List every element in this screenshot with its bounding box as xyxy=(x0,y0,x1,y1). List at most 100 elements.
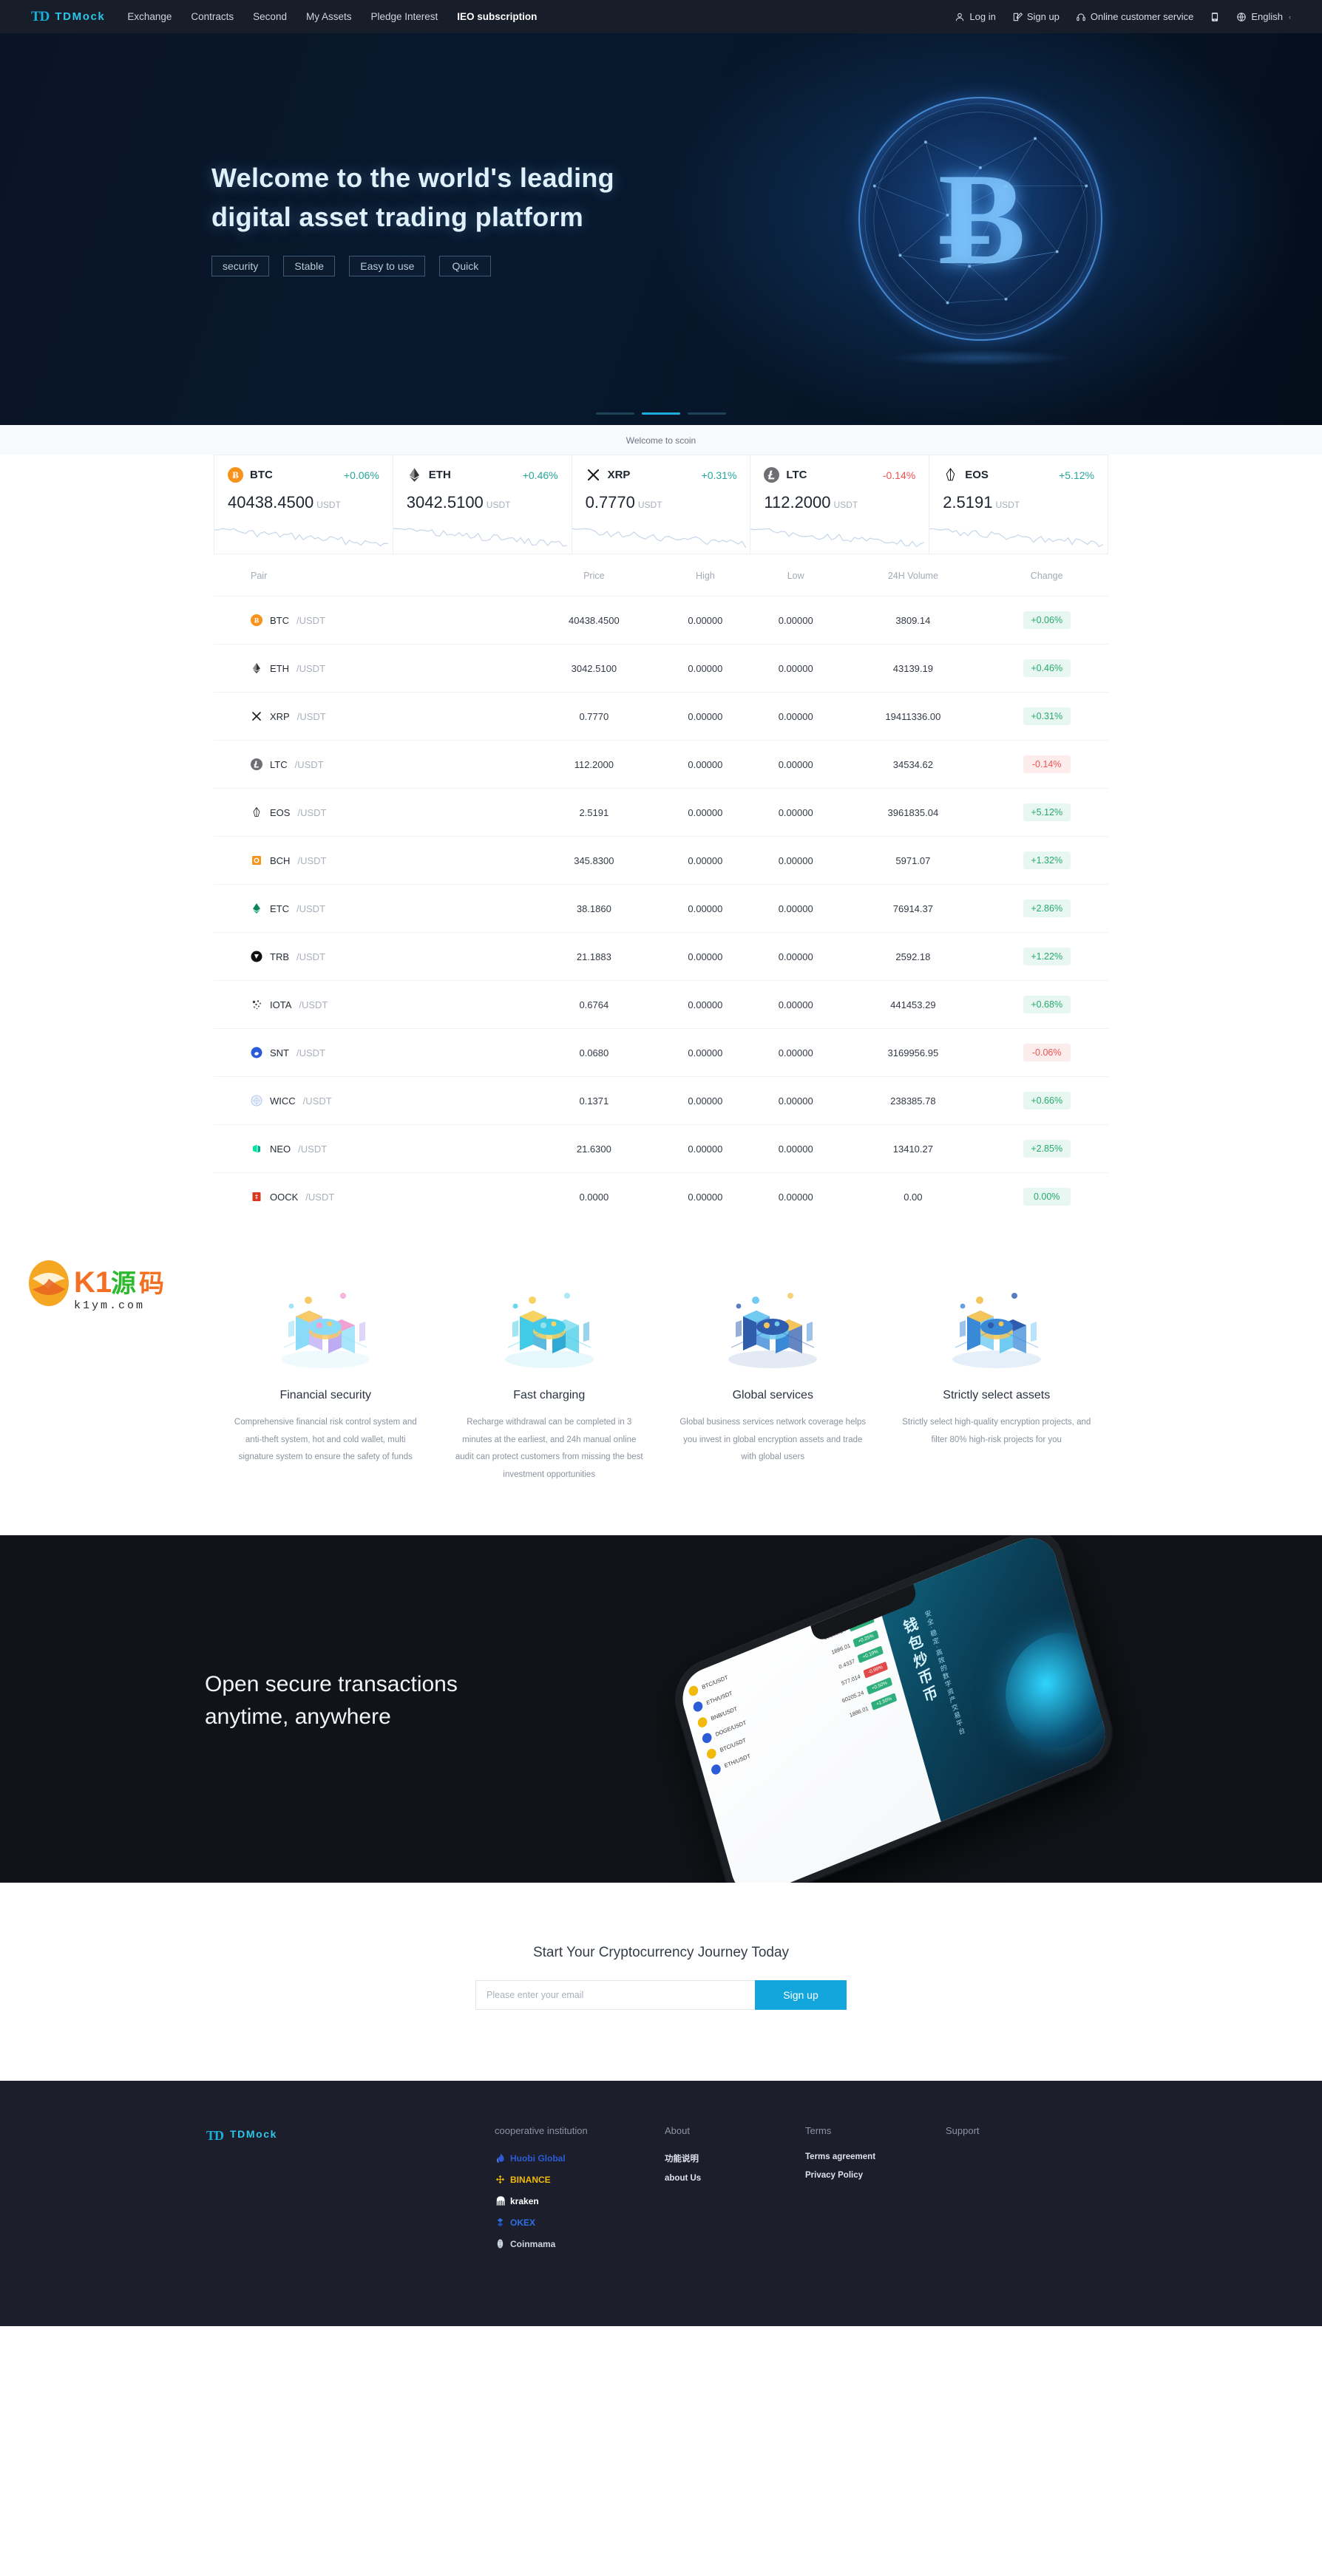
table-row[interactable]: Ƀ BTC/USDT 40438.4500 0.00000 0.00000 38… xyxy=(214,596,1108,645)
cell-volume: 13410.27 xyxy=(841,1124,986,1173)
table-row[interactable]: IOTA/USDT 0.6764 0.00000 0.00000 441453.… xyxy=(214,980,1108,1029)
market-col-low: Low xyxy=(787,571,804,581)
footer-partner-okex[interactable]: OKEX xyxy=(495,2217,665,2228)
cell-pair: SNT/USDT xyxy=(214,1028,528,1077)
carousel-indicators xyxy=(596,412,726,415)
carousel-indicator-0[interactable] xyxy=(596,412,634,415)
cell-volume: 441453.29 xyxy=(841,980,986,1029)
nav-link-ieo-subscription[interactable]: IEO subscription xyxy=(457,11,537,22)
table-row[interactable]: ETC/USDT 38.1860 0.00000 0.00000 76914.3… xyxy=(214,884,1108,933)
ticker-card-xrp[interactable]: XRP +0.31% 0.7770 USDT xyxy=(571,455,750,554)
hero-tag-security[interactable]: security xyxy=(211,256,270,277)
ticker-head: XRP +0.31% xyxy=(586,467,736,483)
cell-price: 345.8300 xyxy=(527,836,660,885)
phone-row-change: +0.19% xyxy=(857,1645,884,1664)
pair-quote: /USDT xyxy=(296,662,325,674)
nav-action-sign-up[interactable]: Sign up xyxy=(1012,11,1060,22)
cell-low: 0.00000 xyxy=(750,980,841,1029)
email-input[interactable] xyxy=(475,1980,755,2011)
nav-link-exchange[interactable]: Exchange xyxy=(127,11,172,22)
ticker-card-eth[interactable]: ETH +0.46% 3042.5100 USDT xyxy=(392,455,572,554)
footer-column-head: cooperative institution xyxy=(495,2125,588,2137)
cell-volume: 238385.78 xyxy=(841,1076,986,1125)
global-services-illustration xyxy=(713,1279,832,1376)
cta-title: Start Your Cryptocurrency Journey Today xyxy=(532,1945,790,1961)
footer-partner-kraken[interactable]: kraken xyxy=(495,2195,665,2206)
hero-title-line2: digital asset trading platform xyxy=(211,201,584,232)
nav-action-online-customer-service[interactable]: Online customer service xyxy=(1076,11,1193,22)
nav-action-mobile-app-icon[interactable] xyxy=(1210,12,1220,22)
watermark-logo: K1 源 码 k1ym.com xyxy=(25,1257,173,1314)
ltc-icon xyxy=(251,758,262,770)
nav-link-contracts[interactable]: Contracts xyxy=(191,11,234,22)
footer-link[interactable]: 功能说明 xyxy=(665,2152,805,2164)
nav-link-my-assets[interactable]: My Assets xyxy=(306,11,352,22)
table-row[interactable]: TRB/USDT 21.1883 0.00000 0.00000 2592.18… xyxy=(214,932,1108,981)
hero-tag-easy-to-use[interactable]: Easy to use xyxy=(349,256,426,277)
cell-high: 0.00000 xyxy=(660,740,751,789)
table-row[interactable]: BCH/USDT 345.8300 0.00000 0.00000 5971.0… xyxy=(214,836,1108,885)
table-row[interactable]: WICC/USDT 0.1371 0.00000 0.00000 238385.… xyxy=(214,1076,1108,1125)
signup-button[interactable]: Sign up xyxy=(755,1980,847,2011)
table-row[interactable]: ETH/USDT 3042.5100 0.00000 0.00000 43139… xyxy=(214,644,1108,693)
cell-price: 21.1883 xyxy=(527,932,660,981)
nav-action-label: Log in xyxy=(969,11,996,22)
status-badge: +1.32% xyxy=(1023,852,1071,869)
nav-action-english[interactable]: English ‹ xyxy=(1236,11,1291,22)
carousel-indicator-1[interactable] xyxy=(642,412,680,415)
footer-partner-huobi-global[interactable]: Huobi Global xyxy=(495,2152,665,2164)
kraken-icon xyxy=(495,2195,506,2206)
ticker-card-ltc[interactable]: LTC -0.14% 112.2000 USDT xyxy=(750,455,929,554)
xrp-icon xyxy=(586,467,601,483)
wicc-icon xyxy=(251,1095,262,1107)
footer-partner-coinmama[interactable]: Coinmama xyxy=(495,2238,665,2249)
ticker-head: EOS +5.12% xyxy=(943,467,1094,483)
cell-high: 0.00000 xyxy=(660,644,751,693)
footer-link[interactable]: about Us xyxy=(665,2174,805,2183)
binance-icon xyxy=(495,2174,506,2185)
cell-pair: BCH/USDT xyxy=(214,836,528,885)
table-row[interactable]: XRP/USDT 0.7770 0.00000 0.00000 19411336… xyxy=(214,692,1108,741)
cell-price: 112.2000 xyxy=(527,740,660,789)
cell-pair: XRP/USDT xyxy=(214,692,528,741)
nav-link-pledge-interest[interactable]: Pledge Interest xyxy=(370,11,438,22)
cell-price: 0.0680 xyxy=(527,1028,660,1077)
hero-tag-quick[interactable]: Quick xyxy=(439,256,492,277)
coin-shadow xyxy=(887,350,1074,366)
ticker-card-btc[interactable]: Ƀ BTC +0.06% 40438.4500 USDT xyxy=(214,455,393,554)
pair-quote: /USDT xyxy=(297,854,327,866)
phone-row-change: +0.50% xyxy=(867,1677,892,1695)
market-col-price: Price xyxy=(583,571,605,581)
ticker-card-eos[interactable]: EOS +5.12% 2.5191 USDT xyxy=(929,455,1108,554)
carousel-indicator-2[interactable] xyxy=(688,412,726,415)
pair-base: WICC xyxy=(270,1095,296,1107)
ticker-change: +5.12% xyxy=(1059,469,1094,481)
svg-text:码: 码 xyxy=(139,1269,164,1299)
nav-action-log-in[interactable]: Log in xyxy=(955,11,996,22)
hero-tag-stable[interactable]: Stable xyxy=(283,256,336,277)
okex-icon xyxy=(495,2217,506,2228)
status-badge: +0.31% xyxy=(1023,707,1071,725)
phone-row-change: +0.25% xyxy=(852,1630,879,1648)
footer-partner-binance[interactable]: BINANCE xyxy=(495,2174,665,2185)
nav-link-second[interactable]: Second xyxy=(253,11,287,22)
status-badge: +1.22% xyxy=(1023,948,1071,965)
page-root: TD TDMock Exchange Contracts Second My Asse… xyxy=(0,0,1322,2327)
brand-logo[interactable]: TD TDMock xyxy=(31,9,105,25)
svg-text:Ƀ: Ƀ xyxy=(232,470,238,480)
ticker-change: +0.46% xyxy=(522,469,558,481)
cell-volume: 43139.19 xyxy=(841,644,986,693)
table-row[interactable]: EOS/USDT 2.5191 0.00000 0.00000 3961835.… xyxy=(214,788,1108,837)
table-row[interactable]: LTC/USDT 112.2000 0.00000 0.00000 34534.… xyxy=(214,740,1108,789)
footer-link[interactable]: Privacy Policy xyxy=(805,2171,946,2180)
footer-column-about: About 功能说明 about Us xyxy=(665,2125,805,2260)
table-row[interactable]: OOCK/USDT 0.0000 0.00000 0.00000 0.00 0.… xyxy=(214,1172,1108,1220)
market-col-pair: Pair xyxy=(251,571,268,581)
table-row[interactable]: SNT/USDT 0.0680 0.00000 0.00000 3169956.… xyxy=(214,1028,1108,1077)
footer-brand[interactable]: TD TDMock xyxy=(206,2125,495,2260)
ticker-unit: USDT xyxy=(995,500,1020,510)
footer-link[interactable]: Terms agreement xyxy=(805,2152,946,2161)
pair-base: SNT xyxy=(270,1047,289,1058)
pair-base: IOTA xyxy=(270,999,292,1010)
table-row[interactable]: NEO/USDT 21.6300 0.00000 0.00000 13410.2… xyxy=(214,1124,1108,1173)
